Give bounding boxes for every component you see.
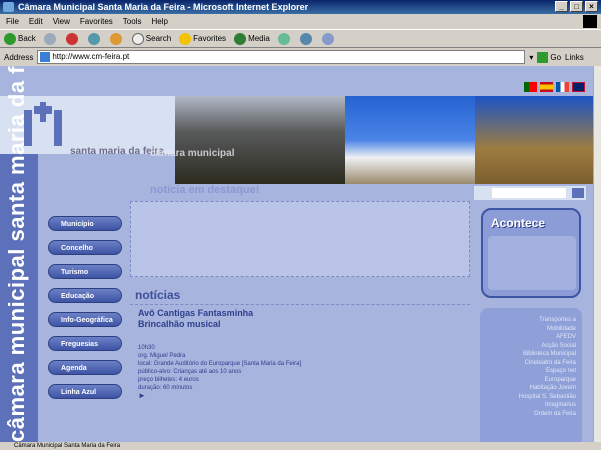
link-item[interactable]: Imaginarius [486, 401, 576, 410]
status-bar: Câmara Municipal Santa Maria da Feira [0, 442, 601, 450]
news-line: preço bilhetes: 4 euros [138, 377, 199, 383]
nav-educacao[interactable]: Educação [48, 288, 122, 303]
menu-favorites[interactable]: Favorites [80, 14, 113, 29]
media-button[interactable]: Media [234, 32, 270, 45]
menu-tools[interactable]: Tools [123, 14, 142, 29]
nav-agenda[interactable]: Agenda [48, 360, 122, 375]
web-page: santa maria da feira câmara municipal câ… [0, 66, 593, 442]
link-item[interactable]: Transportes a [486, 316, 576, 325]
destaque-box[interactable] [130, 201, 470, 277]
address-input[interactable]: http://www.cm-feira.pt [37, 50, 526, 64]
news-details: 10h30 org. Miguel Pedra local: Grande Au… [138, 344, 338, 400]
quick-links: Transportes a Mobilidade AFEDV Acção Soc… [480, 308, 582, 442]
search-button[interactable]: Search [131, 32, 171, 45]
address-dropdown[interactable]: ▾ [529, 53, 533, 62]
link-item[interactable]: Mobilidade [486, 325, 576, 334]
page-icon [40, 52, 51, 62]
link-item[interactable]: Ordem da Feira [486, 410, 576, 419]
link-item[interactable]: Europarque [486, 376, 576, 385]
link-item[interactable]: Cineteatro da Feira [486, 359, 576, 368]
menu-help[interactable]: Help [151, 14, 167, 29]
site-search [474, 186, 586, 200]
site-search-input[interactable] [492, 188, 566, 198]
news-title-link[interactable]: Avô Cantigas Fantasminha Brincalhão musi… [138, 308, 298, 330]
refresh-button[interactable] [87, 32, 100, 45]
link-item[interactable]: Biblioteca Municipal [486, 350, 576, 359]
address-bar: Address http://www.cm-feira.pt ▾ Go Link… [0, 48, 601, 66]
stop-button[interactable] [65, 32, 78, 45]
menu-edit[interactable]: Edit [29, 14, 43, 29]
minimize-button[interactable]: _ [555, 1, 568, 12]
mail-button[interactable] [299, 32, 312, 45]
links-button[interactable]: Links [565, 53, 584, 62]
noticias-heading: notícias [135, 288, 181, 302]
flag-uk-icon[interactable] [572, 82, 585, 92]
acontece-heading: Acontece [491, 216, 546, 230]
go-arrow-icon [537, 51, 549, 63]
nav-concelho[interactable]: Concelho [48, 240, 122, 255]
news-line: local: Grande Auditório do Europarque [S… [138, 361, 302, 367]
window-title-bar: Câmara Municipal Santa Maria da Feira - … [0, 0, 601, 14]
history-button[interactable] [277, 32, 290, 45]
toolbar: Back Search Favorites Media [0, 29, 601, 48]
status-text: Câmara Municipal Santa Maria da Feira [14, 443, 121, 449]
nav-info-geografica[interactable]: Info-Geográfica [48, 312, 122, 327]
news-line: duração: 60 minutos [138, 385, 193, 391]
link-item[interactable]: Espaço net [486, 367, 576, 376]
menu-file[interactable]: File [6, 14, 19, 29]
link-item[interactable]: Hospital S. Sebastião [486, 393, 576, 402]
nav-freguesias[interactable]: Freguesias [48, 336, 122, 351]
media-icon [234, 32, 247, 45]
back-arrow-icon [4, 32, 16, 45]
news-line: org. Miguel Pedra [138, 353, 186, 359]
address-url: http://www.cm-feira.pt [52, 52, 130, 61]
main-nav: Município Concelho Turismo Educação Info… [48, 216, 122, 399]
search-icon [131, 32, 144, 45]
divider [130, 304, 470, 305]
home-button[interactable] [109, 32, 122, 45]
destaque-heading: notícia em destaque! [150, 184, 260, 196]
language-flags [524, 82, 585, 92]
vertical-scrollbar[interactable] [593, 66, 601, 442]
favorites-button[interactable]: Favorites [179, 32, 226, 45]
flag-es-icon[interactable] [540, 82, 553, 92]
flag-pt-icon[interactable] [524, 82, 537, 92]
forward-button[interactable] [43, 32, 56, 45]
photo-caption: câmara municipal [150, 148, 235, 159]
nav-linha-azul[interactable]: Linha Azul [48, 384, 122, 399]
ie-icon [3, 2, 14, 12]
menu-view[interactable]: View [53, 14, 70, 29]
go-button[interactable]: Go [537, 51, 561, 63]
link-item[interactable]: AFEDV [486, 333, 576, 342]
address-label: Address [4, 52, 34, 62]
star-icon [179, 32, 192, 45]
link-item[interactable]: Habitação Jovem [486, 384, 576, 393]
nav-municipio[interactable]: Município [48, 216, 122, 231]
maximize-button[interactable]: □ [570, 1, 583, 12]
play-arrow-icon[interactable]: ► [138, 392, 338, 400]
acontece-box[interactable]: Acontece [481, 208, 581, 298]
header-photo-castle [475, 96, 593, 184]
search-go-icon[interactable] [572, 188, 584, 198]
news-line: 10h30 [138, 345, 155, 351]
window-title: Câmara Municipal Santa Maria da Feira - … [18, 2, 309, 12]
link-item[interactable]: Acção Social [486, 342, 576, 351]
nav-turismo[interactable]: Turismo [48, 264, 122, 279]
header-photo-church [175, 96, 345, 184]
windows-logo-icon [583, 15, 597, 28]
menu-bar: File Edit View Favorites Tools Help [0, 14, 601, 29]
header-photo-convent [345, 96, 475, 184]
flag-fr-icon[interactable] [556, 82, 569, 92]
vertical-title: câmara municipal santa maria da feira [4, 66, 29, 442]
close-button[interactable]: × [585, 1, 598, 12]
back-button[interactable]: Back [4, 32, 36, 45]
print-button[interactable] [321, 32, 334, 45]
news-line: público-alvo: Crianças até aos 10 anos [138, 369, 242, 375]
